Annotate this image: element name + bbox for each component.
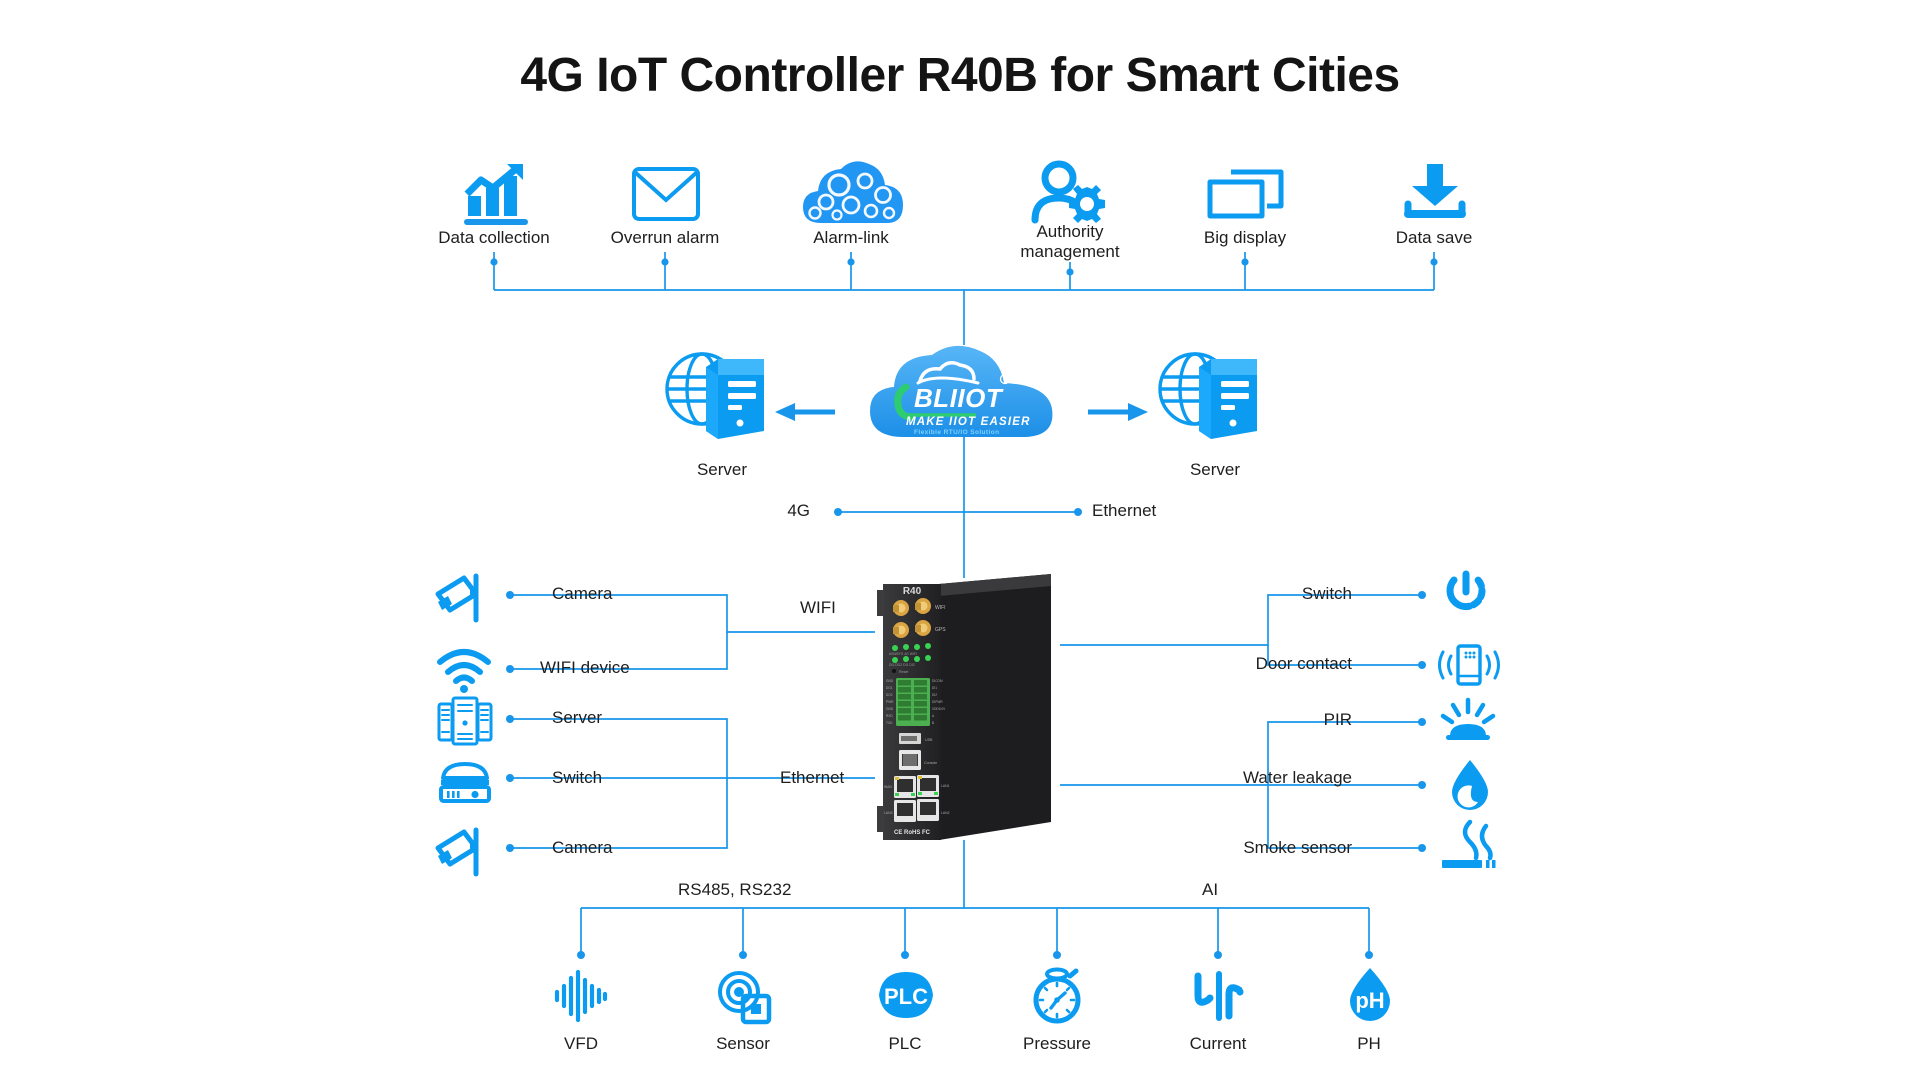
left-device-label-server: Server: [552, 708, 603, 727]
feature-label-alarm-link: Alarm-link: [813, 228, 889, 247]
water-drop-icon: [1448, 758, 1492, 812]
svg-text:CE RoHS FC: CE RoHS FC: [894, 830, 931, 836]
right-device-label-pir: PIR: [1323, 710, 1352, 729]
bottom-device-label-ph: PH: [1357, 1034, 1381, 1053]
cctv-camera-icon-2: [432, 826, 494, 878]
svg-text:GND: GND: [886, 679, 894, 683]
uplink-label-4g: 4G: [787, 501, 810, 520]
svg-text:PLC: PLC: [884, 984, 928, 1009]
feature-label-authority-management: Authority management: [1020, 222, 1119, 261]
left-device-label-wifi-device: WIFI device: [540, 658, 630, 677]
svg-text:DIPWR: DIPWR: [932, 700, 943, 704]
authority-line1: Authority: [1036, 222, 1104, 241]
server-label-right: Server: [1189, 460, 1241, 479]
server-label-left: Server: [696, 460, 748, 479]
svg-text:Console: Console: [924, 761, 937, 765]
svg-text:WIFI: WIFI: [935, 605, 946, 611]
current-waveform-icon: [1192, 971, 1246, 1021]
svg-text:R40: R40: [903, 586, 922, 597]
user-gear-icon: [1031, 160, 1113, 226]
globe-server-icon-left: [660, 345, 776, 445]
r40b-controller-device: R40 WIFI GPS A/IN/SYS 4G WIFI DI1 DO2 DI…: [875, 574, 1060, 840]
cloud-gears-icon: [801, 155, 905, 227]
svg-text:LAN1: LAN1: [941, 784, 950, 788]
page-title: 4G IoT Controller R40B for Smart Cities: [520, 49, 1400, 102]
bottom-device-label-plc: PLC: [888, 1034, 922, 1053]
svg-text:DO2: DO2: [886, 693, 893, 697]
svg-text:PWR: PWR: [886, 700, 894, 704]
svg-text:VDD5.0V: VDD5.0V: [932, 707, 946, 711]
bus-label-serial: RS485, RS232: [678, 880, 792, 899]
svg-text:GND: GND: [886, 707, 894, 711]
svg-text:USB: USB: [925, 738, 933, 742]
bottom-device-label-sensor: Sensor: [716, 1034, 770, 1053]
svg-text:DI1 DO2 DI1 DI2: DI1 DO2 DI1 DI2: [889, 663, 915, 667]
smoke-sensor-icon: [1440, 819, 1498, 870]
cctv-camera-icon-1: [432, 572, 494, 624]
right-device-label-smoke-sensor: Smoke sensor: [1243, 838, 1352, 857]
feature-label-big-display: Big display: [1203, 228, 1287, 247]
pir-motion-sensor-icon: [1440, 697, 1496, 742]
bottom-device-label-pressure: Pressure: [1022, 1034, 1092, 1053]
svg-text:LAN2: LAN2: [941, 811, 950, 815]
svg-text:Flexible RTU/IO Solution: Flexible RTU/IO Solution: [914, 429, 999, 436]
dual-monitor-icon: [1207, 168, 1285, 224]
bus-label-ethernet: Ethernet: [780, 768, 845, 787]
svg-text:DI2: DI2: [932, 693, 937, 697]
feature-label-data-collection: Data collection: [438, 228, 550, 247]
svg-text:BLIIOT: BLIIOT: [914, 383, 1004, 413]
network-switch-icon: [437, 760, 493, 804]
wifi-signal-icon: [436, 648, 492, 694]
bottom-device-label-current: Current: [1189, 1034, 1247, 1053]
svg-text:Reset: Reset: [899, 670, 908, 674]
svg-text:pH: pH: [1355, 988, 1384, 1013]
svg-text:LAN3: LAN3: [884, 811, 893, 815]
feature-label-overrun-alarm: Overrun alarm: [610, 228, 720, 247]
left-device-label-camera-1: Camera: [552, 584, 613, 603]
svg-text:A/IN/SYS 4G WIFI: A/IN/SYS 4G WIFI: [889, 652, 917, 656]
download-save-icon: [1402, 160, 1468, 224]
svg-text:DI1: DI1: [932, 686, 937, 690]
server-rack-icon: [437, 696, 493, 746]
feature-label-data-save: Data save: [1395, 228, 1473, 247]
plc-badge-icon: PLC: [876, 970, 936, 1020]
ph-drop-icon: pH: [1346, 966, 1394, 1022]
svg-text:MAKE IIOT EASIER: MAKE IIOT EASIER: [906, 416, 1031, 428]
left-device-label-camera-2: Camera: [552, 838, 613, 857]
right-device-label-switch: Switch: [1301, 584, 1352, 603]
envelope-icon: [631, 166, 701, 222]
bottom-device-label-vfd: VFD: [564, 1034, 598, 1053]
svg-text:DO1: DO1: [886, 686, 893, 690]
svg-text:DICOM: DICOM: [932, 679, 943, 683]
svg-text:WAN: WAN: [884, 785, 892, 789]
sensor-radar-chip-icon: [715, 970, 773, 1025]
bliiot-cloud-logo: BLIIOT MAKE IIOT EASIER Flexible RTU/IO …: [862, 343, 1067, 441]
door-contact-sensor-icon: [1438, 642, 1500, 688]
uplink-label-ethernet: Ethernet: [1092, 501, 1157, 520]
waveform-bars-icon: [553, 969, 609, 1023]
bar-chart-growth-icon: [459, 160, 531, 226]
pressure-gauge-icon: [1029, 966, 1085, 1024]
right-device-label-water-leakage: Water leakage: [1243, 768, 1352, 787]
svg-text:RXD: RXD: [886, 714, 893, 718]
bus-label-analog: AI: [1202, 880, 1219, 899]
connector-lines: [490, 252, 1438, 959]
svg-text:GPS: GPS: [935, 627, 946, 633]
globe-server-icon-right: [1153, 345, 1269, 445]
left-device-label-switch: Switch: [552, 768, 603, 787]
svg-text:B: B: [932, 721, 934, 725]
right-device-label-door-contact: Door contact: [1255, 654, 1352, 673]
authority-line2: management: [1020, 241, 1120, 261]
bus-label-wifi: WIFI: [800, 598, 836, 617]
power-button-icon: [1440, 570, 1492, 622]
svg-text:TXD: TXD: [886, 721, 893, 725]
